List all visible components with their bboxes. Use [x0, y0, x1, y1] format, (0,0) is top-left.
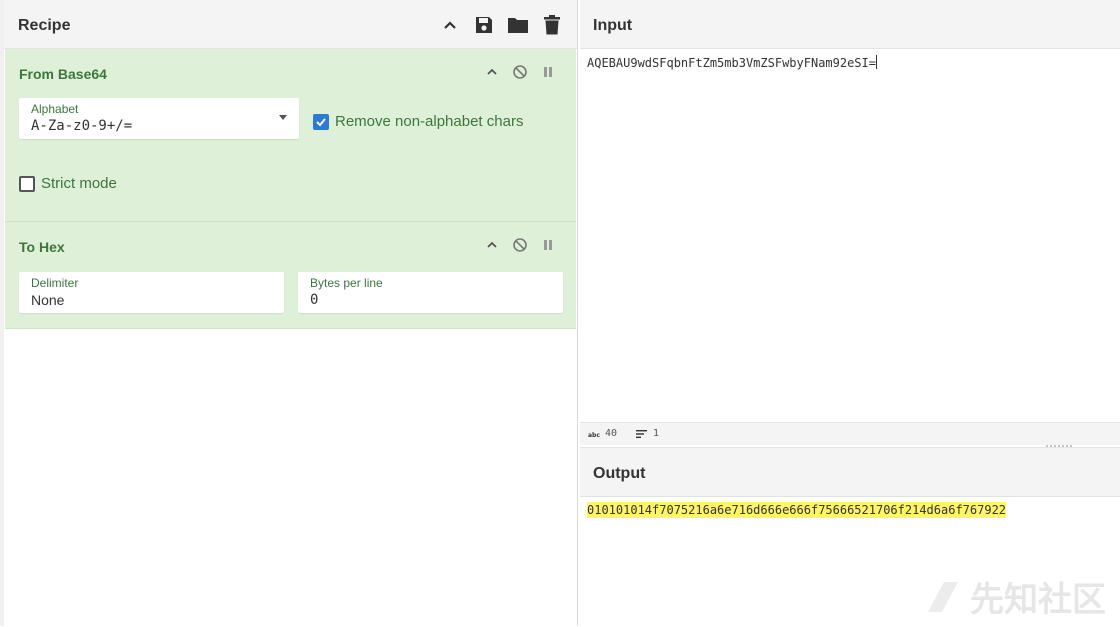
- checkbox-checked-icon[interactable]: [313, 113, 329, 130]
- watermark-logo-icon: [928, 581, 958, 612]
- pause-icon[interactable]: [540, 237, 556, 253]
- operation-controls: [484, 64, 556, 80]
- trash-icon[interactable]: [541, 14, 563, 36]
- left-gutter: [0, 0, 4, 626]
- delimiter-label: Delimiter: [31, 276, 79, 290]
- alphabet-select[interactable]: Alphabet A-Za-z0-9+/=: [19, 98, 299, 139]
- checkbox-unchecked-icon[interactable]: [19, 175, 35, 192]
- disable-icon[interactable]: [512, 64, 528, 80]
- recipe-panel: Recipe From Base64 Alphabet A-Za-z0-9+/=…: [0, 0, 578, 626]
- bytes-per-line-label: Bytes per line: [310, 276, 383, 290]
- input-textarea[interactable]: AQEBAU9wdSFqbnFtZm5mb3VmZSFwbyFNam92eSI=: [587, 55, 877, 70]
- text-cursor: [875, 55, 877, 69]
- operation-from-base64[interactable]: From Base64 Alphabet A-Za-z0-9+/= Remove…: [5, 49, 576, 222]
- operation-controls: [484, 237, 556, 253]
- strict-mode-checkbox[interactable]: Strict mode: [19, 175, 117, 192]
- strict-mode-label: Strict mode: [41, 175, 117, 192]
- chevron-up-icon[interactable]: [484, 64, 500, 80]
- operation-title: From Base64: [19, 66, 107, 82]
- input-status-bar: abc 40 1: [580, 422, 1120, 445]
- recipe-header-controls: [439, 14, 563, 36]
- operation-to-hex[interactable]: To Hex Delimiter None Bytes per line 0: [5, 222, 576, 329]
- lines-value: 1: [653, 428, 660, 439]
- operation-title: To Hex: [19, 239, 65, 255]
- pause-icon[interactable]: [540, 64, 556, 80]
- output-text[interactable]: 010101014f7075216a6e716d666e666f75666521…: [587, 502, 1007, 518]
- folder-icon[interactable]: [507, 14, 529, 36]
- bytes-per-line-value: 0: [310, 292, 319, 308]
- chevron-up-icon[interactable]: [484, 237, 500, 253]
- alphabet-value: A-Za-z0-9+/=: [31, 118, 133, 134]
- length-status: abc 40: [588, 428, 617, 439]
- watermark: 先知社区: [924, 572, 1106, 621]
- length-value: 40: [605, 428, 618, 439]
- disable-icon[interactable]: [512, 237, 528, 253]
- input-panel: Input AQEBAU9wdSFqbnFtZm5mb3VmZSFwbyFNam…: [580, 0, 1120, 447]
- svg-text:abc: abc: [588, 432, 600, 438]
- remove-non-alphabet-checkbox[interactable]: Remove non-alphabet chars: [313, 113, 523, 130]
- abc-icon: abc: [588, 432, 600, 438]
- remove-non-alphabet-label: Remove non-alphabet chars: [335, 113, 524, 130]
- recipe-title: Recipe: [18, 17, 71, 34]
- input-header: Input: [580, 0, 1120, 49]
- save-icon[interactable]: [473, 14, 495, 36]
- input-text: AQEBAU9wdSFqbnFtZm5mb3VmZSFwbyFNam92eSI=: [587, 56, 876, 70]
- alphabet-label: Alphabet: [31, 102, 79, 116]
- lines-icon: [636, 429, 647, 438]
- recipe-header: Recipe: [4, 0, 577, 49]
- bytes-per-line-input[interactable]: Bytes per line 0: [298, 272, 563, 313]
- input-title: Input: [593, 17, 633, 34]
- delimiter-value: None: [31, 292, 65, 308]
- lines-status: 1: [636, 428, 659, 439]
- output-header: Output: [580, 448, 1120, 497]
- delimiter-select[interactable]: Delimiter None: [19, 272, 284, 313]
- output-title: Output: [593, 465, 646, 482]
- chevron-down-icon: [279, 115, 287, 120]
- chevron-up-icon[interactable]: [439, 14, 461, 36]
- watermark-text: 先知社区: [970, 581, 1106, 619]
